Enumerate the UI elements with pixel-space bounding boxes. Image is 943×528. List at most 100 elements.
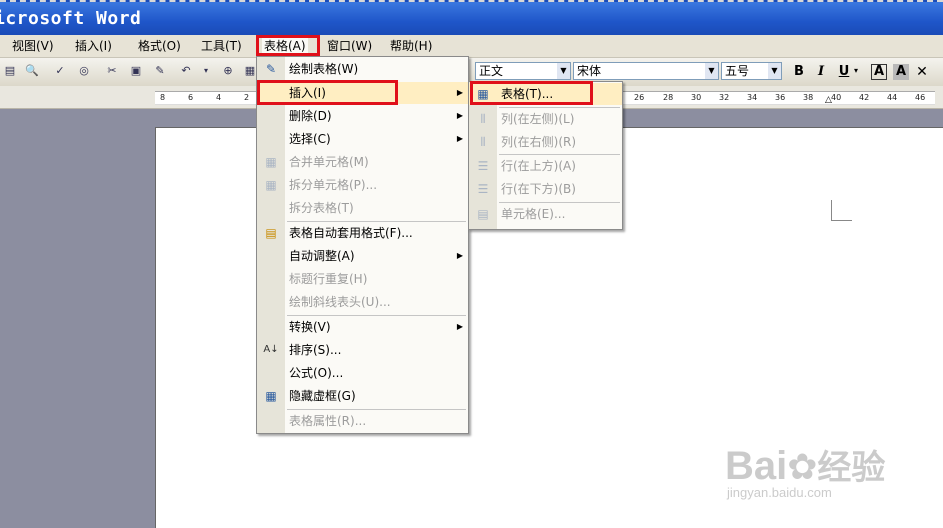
chevron-down-icon[interactable]: ▼ <box>768 63 781 79</box>
spelling-icon[interactable]: ✓ <box>52 63 68 79</box>
menu-item-select[interactable]: 选择(C) ▶ <box>257 128 468 150</box>
submenu-item-label: 行(在下方)(B) <box>501 182 576 196</box>
undo-dropdown-icon[interactable]: ▾ <box>198 63 214 79</box>
menu-item-label: 自动调整(A) <box>289 249 355 263</box>
menu-item-label: 表格属性(R)... <box>289 414 367 428</box>
submenu-arrow-icon: ▶ <box>456 322 463 331</box>
submenu-item-label: 列(在左侧)(L) <box>501 112 575 126</box>
ruler-tick: 34 <box>747 93 758 102</box>
menu-item-autofit[interactable]: 自动调整(A) ▶ <box>257 245 468 267</box>
ruler-tick: 36 <box>775 93 786 102</box>
menu-window[interactable]: 窗口(W) <box>325 38 374 54</box>
menu-item-table-properties: 表格属性(R)... <box>257 410 468 432</box>
merge-cells-icon: ▦ <box>265 155 277 169</box>
menu-item-formula[interactable]: 公式(O)... <box>257 362 468 384</box>
ruler-tick: 4 <box>216 93 222 102</box>
style-combo[interactable]: 正文 ▼ <box>475 62 571 80</box>
font-border-button[interactable]: A <box>871 64 887 80</box>
ruler-tick: 40 <box>831 93 842 102</box>
insert-row-above-icon: ☰ <box>477 159 489 173</box>
paw-icon: ✿ <box>787 446 818 487</box>
menu-item-draw-table[interactable]: ✎ 绘制表格(W) <box>257 58 468 80</box>
menu-item-label: 拆分表格(T) <box>289 201 354 215</box>
print-preview-icon[interactable]: 🔍 <box>24 63 40 79</box>
menu-help[interactable]: 帮助(H) <box>388 38 434 54</box>
menu-item-label: 表格自动套用格式(F)... <box>289 226 413 240</box>
menu-tools[interactable]: 工具(T) <box>199 38 244 54</box>
menu-item-table-autoformat[interactable]: ▤ 表格自动套用格式(F)... <box>257 222 468 244</box>
paste-icon[interactable]: ▣ <box>128 63 144 79</box>
ruler-tick: 26 <box>634 93 645 102</box>
highlight-box-insert-item <box>257 80 398 105</box>
menu-item-label: 排序(S)... <box>289 343 342 357</box>
baidu-watermark: Bai✿经验 jingyan.baidu.com <box>725 440 885 500</box>
menu-format[interactable]: 格式(O) <box>136 38 183 54</box>
menu-bar: 视图(V) 插入(I) 格式(O) 工具(T) 表格(A) 窗口(W) 帮助(H… <box>0 35 943 58</box>
menu-item-delete[interactable]: 删除(D) ▶ <box>257 105 468 127</box>
menu-item-split-cells: ▦ 拆分单元格(P)... <box>257 174 468 196</box>
cut-icon[interactable]: ✂ <box>104 63 120 79</box>
ruler-tick: 44 <box>887 93 898 102</box>
right-indent-marker-icon[interactable]: △ <box>825 95 832 105</box>
bold-button[interactable]: B <box>791 64 807 80</box>
font-size-combo[interactable]: 五号 ▼ <box>721 62 782 80</box>
menu-item-merge-cells: ▦ 合并单元格(M) <box>257 151 468 173</box>
window-title: icrosoft Word <box>0 8 142 29</box>
menu-item-hide-gridlines[interactable]: ▦ 隐藏虚框(G) <box>257 385 468 407</box>
underline-button[interactable]: U <box>836 64 852 80</box>
insert-column-right-icon: ⫴ <box>480 135 486 149</box>
submenu-item-row-below: ☰ 行(在下方)(B) <box>469 178 622 200</box>
font-combo[interactable]: 宋体 ▼ <box>573 62 719 80</box>
title-bar[interactable]: icrosoft Word <box>0 0 943 35</box>
menu-view[interactable]: 视图(V) <box>10 38 56 54</box>
submenu-arrow-icon: ▶ <box>456 88 463 97</box>
menu-item-label: 绘制表格(W) <box>289 62 359 76</box>
highlight-box-insert-table <box>470 81 593 105</box>
char-shading-button[interactable]: A <box>893 64 909 80</box>
insert-cells-icon: ▤ <box>477 207 489 221</box>
hyperlink-icon[interactable]: ⊕ <box>220 63 236 79</box>
menu-item-label: 绘制斜线表头(U)... <box>289 295 391 309</box>
ruler-tick: 32 <box>719 93 730 102</box>
text-effect-icon[interactable]: ✕ <box>914 64 930 80</box>
chevron-down-icon[interactable]: ▼ <box>557 63 570 79</box>
menu-item-split-table: 拆分表格(T) <box>257 197 468 219</box>
ruler-tick: 28 <box>663 93 674 102</box>
menu-item-diagonal-header: 绘制斜线表头(U)... <box>257 291 468 313</box>
gridlines-icon: ▦ <box>265 389 277 403</box>
menu-item-sort[interactable]: A↓ 排序(S)... <box>257 339 468 361</box>
ruler-tick: 46 <box>915 93 926 102</box>
menu-item-label: 公式(O)... <box>289 366 344 380</box>
format-painter-icon[interactable]: ✎ <box>152 63 168 79</box>
ruler-tick: 6 <box>188 93 194 102</box>
underline-dropdown-icon[interactable]: ▾ <box>854 66 858 75</box>
submenu-item-row-above: ☰ 行(在上方)(A) <box>469 155 622 177</box>
table-autoformat-icon: ▤ <box>265 226 277 240</box>
menu-item-label: 删除(D) <box>289 109 332 123</box>
menu-item-heading-rows-repeat: 标题行重复(H) <box>257 268 468 290</box>
submenu-arrow-icon: ▶ <box>456 251 463 260</box>
research-icon[interactable]: ◎ <box>76 63 92 79</box>
margin-corner-marker <box>831 200 852 221</box>
submenu-item-column-right: ⫴ 列(在右侧)(R) <box>469 131 622 153</box>
menu-item-label: 合并单元格(M) <box>289 155 369 169</box>
undo-icon[interactable]: ↶ <box>178 63 194 79</box>
font-value: 宋体 <box>577 64 602 78</box>
submenu-item-cells: ▤ 单元格(E)... <box>469 203 622 225</box>
insert-row-below-icon: ☰ <box>477 182 489 196</box>
ruler-tick: 30 <box>691 93 702 102</box>
highlight-box-table-menu <box>256 35 320 56</box>
ruler-tick: 42 <box>859 93 870 102</box>
submenu-item-label: 单元格(E)... <box>501 207 566 221</box>
submenu-item-label: 行(在上方)(A) <box>501 159 576 173</box>
menu-item-label: 标题行重复(H) <box>289 272 368 286</box>
chevron-down-icon[interactable]: ▼ <box>705 63 718 79</box>
pencil-table-icon: ✎ <box>265 62 277 76</box>
menu-insert[interactable]: 插入(I) <box>73 38 114 54</box>
italic-button[interactable]: I <box>813 64 829 80</box>
menu-item-convert[interactable]: 转换(V) ▶ <box>257 316 468 338</box>
ruler-tick: 2 <box>244 93 250 102</box>
print-icon[interactable]: ▤ <box>2 63 18 79</box>
ruler-tick: 8 <box>160 93 166 102</box>
style-value: 正文 <box>479 64 504 78</box>
